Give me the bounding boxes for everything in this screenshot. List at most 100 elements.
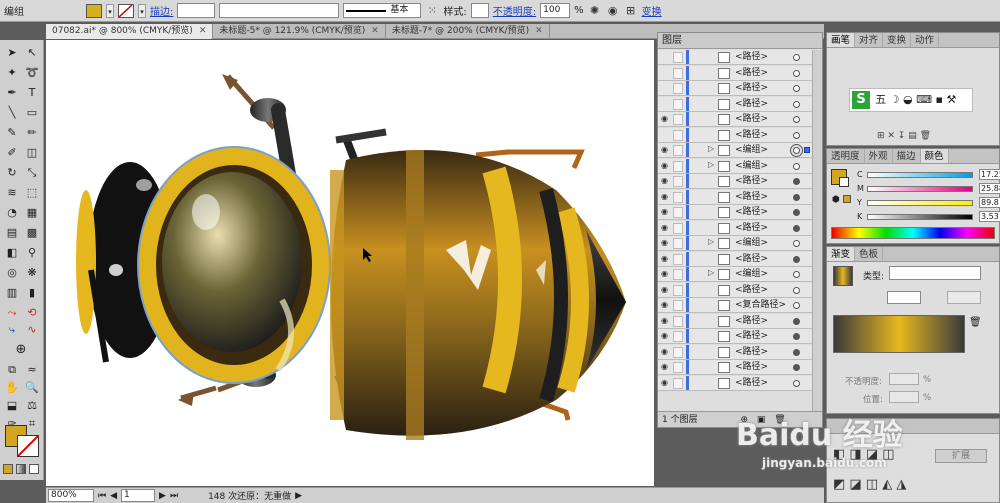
tab-transform[interactable]: 变换 [883, 33, 912, 47]
stroke-weight-field[interactable] [177, 3, 216, 18]
artboard-tool-icon[interactable]: ⧉ [3, 362, 21, 378]
brush-definition-icon[interactable]: ⁙ [425, 4, 439, 18]
target-icon[interactable] [793, 193, 800, 201]
target-icon[interactable] [793, 286, 800, 294]
rectangle-tool-icon[interactable]: ▭ [23, 105, 41, 121]
visibility-icon[interactable]: ◉ [661, 301, 669, 309]
gradient-thumbnail[interactable] [833, 266, 853, 286]
target-icon[interactable] [793, 69, 800, 77]
tab-color[interactable]: 颜色 [920, 149, 949, 163]
target-icon[interactable] [793, 85, 800, 92]
target-icon[interactable] [793, 364, 800, 371]
next-page-icon[interactable]: ▶ [159, 491, 166, 501]
fill-dropdown-icon[interactable]: ▾ [106, 3, 114, 18]
lock-toggle[interactable] [673, 362, 683, 373]
expand-triangle-icon[interactable]: ▷ [708, 144, 714, 153]
target-icon[interactable] [793, 100, 800, 108]
layer-row[interactable]: ◉ <路径> [658, 251, 812, 267]
blend-tool-icon[interactable]: ◎ [3, 265, 21, 281]
lock-toggle[interactable] [673, 160, 683, 172]
layer-row[interactable]: ◉ ▷ <编组> [658, 236, 812, 252]
warp-tool-icon[interactable]: ≋ [3, 185, 21, 201]
layer-row[interactable]: ◉ <路径> [658, 205, 812, 221]
layer-row[interactable]: <路径> [658, 65, 812, 81]
channel-track[interactable] [867, 200, 973, 206]
opacity-field[interactable]: 100 [540, 3, 571, 18]
target-icon[interactable] [793, 224, 800, 232]
none-mode-icon[interactable] [29, 464, 39, 474]
close-icon[interactable]: ✕ [535, 24, 543, 39]
selection-indicator[interactable] [804, 147, 810, 153]
lock-toggle[interactable] [673, 114, 683, 125]
layer-row[interactable]: ◉ <路径> [658, 189, 812, 205]
tab-transparency[interactable]: 透明度 [827, 149, 865, 163]
rotate-tool-icon[interactable]: ↻ [3, 165, 21, 181]
lock-toggle[interactable] [673, 98, 683, 110]
live-paint-icon[interactable]: ▦ [23, 205, 41, 221]
visibility-icon[interactable]: ◉ [661, 223, 669, 232]
mesh-tool-icon[interactable]: ▩ [23, 225, 41, 241]
channel-value[interactable]: 3.53 [979, 211, 1000, 222]
channel-value[interactable]: 89.8 [979, 197, 1000, 208]
target-icon[interactable] [793, 147, 800, 154]
reshape-tool-icon[interactable]: ⟲ [23, 305, 41, 321]
close-icon[interactable]: ✕ [199, 24, 207, 39]
expand-triangle-icon[interactable]: ▷ [708, 160, 714, 169]
brush-panel-controls[interactable]: ⊞ ✕ ↧ ▤ 🗑 [877, 131, 931, 141]
stroke-color-box[interactable] [17, 435, 39, 457]
target-icon[interactable] [793, 240, 800, 247]
lock-toggle[interactable] [673, 269, 683, 280]
doc-tab-3[interactable]: 未标题-7* @ 200% (CMYK/预览) ✕ [386, 24, 550, 39]
stroke-dropdown-icon[interactable]: ▾ [138, 3, 146, 18]
visibility-icon[interactable]: ◉ [661, 363, 669, 371]
expand-button[interactable]: 扩展 [935, 449, 987, 463]
out-of-gamut-swatch[interactable] [843, 195, 851, 203]
symbol-sprayer-icon[interactable]: ❋ [23, 265, 41, 281]
visibility-icon[interactable]: ◉ [661, 347, 669, 356]
target-icon[interactable] [793, 317, 800, 325]
prev-page-icon[interactable]: ◀ [110, 491, 117, 501]
measure-tool-icon[interactable]: ⚖ [23, 398, 41, 414]
gradient-type-select[interactable] [889, 266, 981, 280]
target-icon[interactable] [793, 348, 800, 356]
cube-icon[interactable]: ⬢ [832, 195, 840, 205]
selection-tool-icon[interactable]: ➤ [3, 45, 21, 61]
channel-value[interactable]: 25.88 [979, 183, 1000, 194]
envelope-icon[interactable]: ≈ [23, 362, 41, 378]
ime-toolbar[interactable]: S 五 ☽ ◒ ⌨ ▪ ⚒ [849, 88, 973, 112]
layers-scrollbar[interactable] [812, 50, 822, 412]
visibility-icon[interactable]: ◉ [661, 239, 669, 247]
target-icon[interactable] [793, 302, 800, 309]
column-graph-icon[interactable]: ▥ [3, 285, 21, 301]
fill-swatch[interactable] [86, 3, 102, 18]
target-icon[interactable] [793, 333, 800, 340]
layer-row[interactable]: ◉ <路径> [658, 329, 812, 345]
lock-toggle[interactable] [673, 300, 683, 311]
stroke-link[interactable]: 描边: [150, 3, 173, 18]
visibility-icon[interactable]: ◉ [661, 332, 669, 340]
visibility-icon[interactable] [661, 69, 669, 77]
layer-row[interactable]: ◉ <路径> [658, 112, 812, 128]
bar-graph-icon[interactable]: ▮ [23, 285, 41, 301]
tab-brush[interactable]: 画笔 [827, 33, 856, 47]
visibility-icon[interactable]: ◉ [661, 115, 669, 123]
color-stroke-swatch[interactable] [839, 177, 849, 187]
layer-row[interactable]: <路径> [658, 127, 812, 143]
layer-row[interactable]: ◉ ▷ <编组> [658, 143, 812, 159]
gradient-slider[interactable] [833, 315, 965, 353]
visibility-icon[interactable]: ◉ [661, 177, 669, 185]
layer-row[interactable]: ◉ <路径> [658, 344, 812, 360]
lock-toggle[interactable] [673, 284, 683, 296]
target-icon[interactable] [793, 116, 800, 123]
lock-toggle[interactable] [673, 67, 683, 79]
layer-row[interactable]: <路径> [658, 50, 812, 66]
eyedropper-icon[interactable]: ⚲ [23, 245, 41, 261]
visibility-icon[interactable]: ◉ [661, 316, 669, 325]
lock-toggle[interactable] [673, 377, 683, 389]
channel-track[interactable] [867, 214, 973, 220]
lock-toggle[interactable] [673, 346, 683, 358]
free-transform-icon[interactable]: ⬚ [23, 185, 41, 201]
crosshair-icon[interactable]: ⊕ [12, 342, 30, 358]
target-icon[interactable] [793, 178, 800, 185]
lock-toggle[interactable] [673, 222, 683, 234]
